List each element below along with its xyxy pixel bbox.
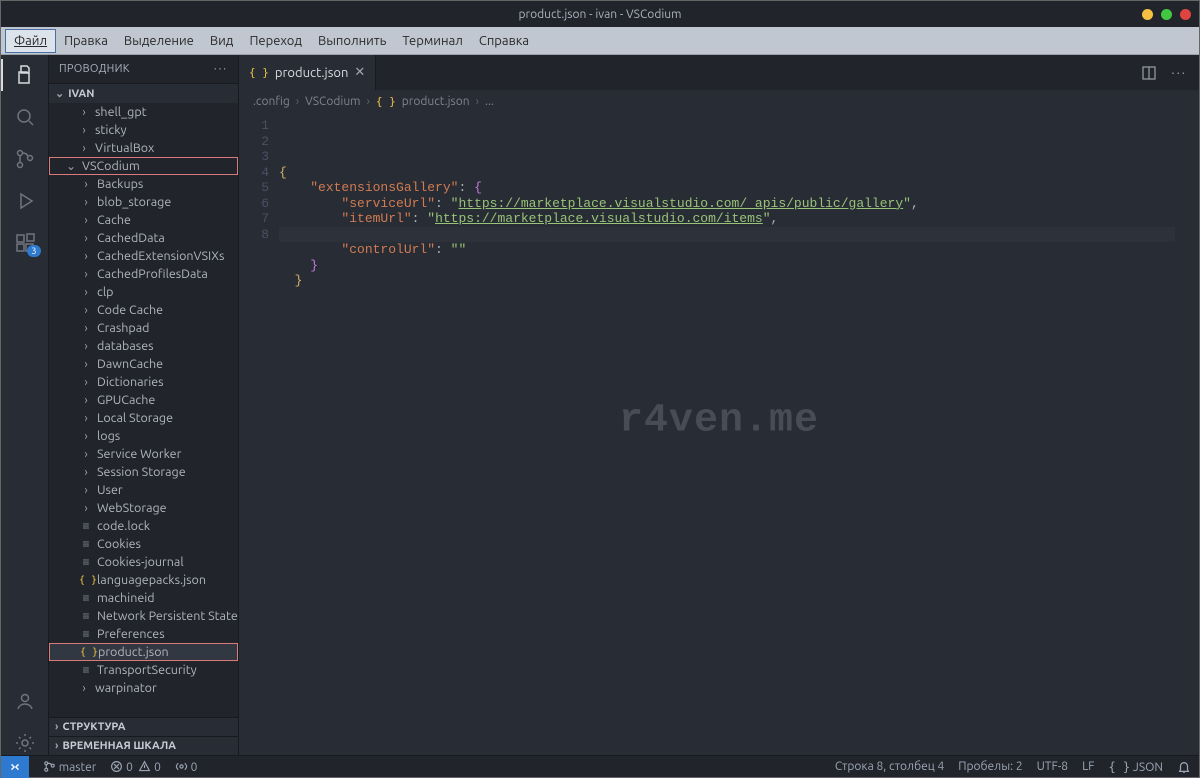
menubar: Файл Правка Выделение Вид Переход Выполн… xyxy=(1,27,1199,55)
tree-folder-dictionaries[interactable]: ›Dictionaries xyxy=(49,373,238,391)
tree-folder-dawncache[interactable]: ›DawnCache xyxy=(49,355,238,373)
ports[interactable]: 0 xyxy=(175,760,198,774)
json-icon: { } xyxy=(249,66,269,79)
remote-icon[interactable] xyxy=(1,756,29,778)
menu-terminal[interactable]: Терминал xyxy=(394,30,470,52)
tree-folder-code-cache[interactable]: ›Code Cache xyxy=(49,301,238,319)
tab-close-icon[interactable]: ✕ xyxy=(354,65,365,80)
tree-folder-crashpad[interactable]: ›Crashpad xyxy=(49,319,238,337)
indentation[interactable]: Пробелы: 2 xyxy=(958,760,1022,773)
language-mode[interactable]: { } JSON xyxy=(1108,760,1163,774)
tree-file-machineid[interactable]: ≡machineid xyxy=(49,589,238,607)
menu-file[interactable]: Файл xyxy=(5,29,56,53)
menu-view[interactable]: Вид xyxy=(202,30,242,52)
code-editor[interactable]: 12345678 { "extensionsGallery": { "servi… xyxy=(239,112,1199,755)
menu-edit[interactable]: Правка xyxy=(56,30,116,52)
settings-icon[interactable] xyxy=(13,731,37,755)
editor-area: { } product.json ✕ ··· .config› VSCodium… xyxy=(239,55,1199,755)
tree-folder-local-storage[interactable]: ›Local Storage xyxy=(49,409,238,427)
sidebar-title: ПРОВОДНИК ··· xyxy=(49,55,238,83)
menu-selection[interactable]: Выделение xyxy=(116,30,202,52)
menu-run[interactable]: Выполнить xyxy=(310,30,394,52)
search-icon[interactable] xyxy=(13,105,37,129)
tree-folder-gpucache[interactable]: ›GPUCache xyxy=(49,391,238,409)
explorer-icon[interactable] xyxy=(13,63,37,87)
tree-folder-sticky[interactable]: ›sticky xyxy=(49,121,238,139)
tree-file-cookies[interactable]: ≡Cookies xyxy=(49,535,238,553)
tree-file-languagepacks-json[interactable]: { }languagepacks.json xyxy=(49,571,238,589)
tree-folder-cacheddata[interactable]: ›CachedData xyxy=(49,229,238,247)
sidebar-more-icon[interactable]: ··· xyxy=(214,63,228,75)
tree-folder-cachedextensionvsixs[interactable]: ›CachedExtensionVSIXs xyxy=(49,247,238,265)
encoding[interactable]: UTF-8 xyxy=(1037,760,1068,773)
menu-go[interactable]: Переход xyxy=(241,30,310,52)
tree-file-product-json[interactable]: { }product.json xyxy=(49,643,238,661)
code-content[interactable]: { "extensionsGallery": { "serviceUrl": "… xyxy=(279,112,1175,755)
tree-folder-session-storage[interactable]: ›Session Storage xyxy=(49,463,238,481)
tree-file-transportsecurity[interactable]: ≡TransportSecurity xyxy=(49,661,238,679)
tree-file-code-lock[interactable]: ≡code.lock xyxy=(49,517,238,535)
tree-file-cookies-journal[interactable]: ≡Cookies-journal xyxy=(49,553,238,571)
minimize-button[interactable] xyxy=(1142,9,1153,20)
breadcrumb[interactable]: .config› VSCodium› { } product.json› ... xyxy=(239,90,1199,112)
tree-folder-blob_storage[interactable]: ›blob_storage xyxy=(49,193,238,211)
minimap[interactable] xyxy=(1175,112,1199,755)
tab-bar: { } product.json ✕ ··· xyxy=(239,55,1199,90)
sidebar: ПРОВОДНИК ··· ⌄IVAN ›shell_gpt›sticky›Vi… xyxy=(49,55,239,755)
maximize-button[interactable] xyxy=(1161,9,1172,20)
tree-folder-virtualbox[interactable]: ›VirtualBox xyxy=(49,139,238,157)
tree-folder-vscodium[interactable]: ⌄VSCodium xyxy=(49,157,238,175)
tree-folder-logs[interactable]: ›logs xyxy=(49,427,238,445)
section-outline[interactable]: ›СТРУКТУРА xyxy=(49,717,238,736)
tree-folder-warpinator[interactable]: ›warpinator xyxy=(49,679,238,697)
file-tree: ›shell_gpt›sticky›VirtualBox⌄VSCodium›Ba… xyxy=(49,103,238,717)
tab-label: product.json xyxy=(275,66,349,80)
json-icon: { } xyxy=(376,95,396,108)
tree-folder-databases[interactable]: ›databases xyxy=(49,337,238,355)
current-line-highlight xyxy=(279,227,1175,243)
problems[interactable]: 0 0 xyxy=(110,760,161,774)
line-gutter: 12345678 xyxy=(239,112,279,755)
source-control-icon[interactable] xyxy=(13,147,37,171)
tree-folder-cache[interactable]: ›Cache xyxy=(49,211,238,229)
statusbar: master 0 0 0 Строка 8, столбец 4 Пробелы… xyxy=(1,755,1199,777)
window-controls xyxy=(1142,9,1191,20)
editor-more-icon[interactable]: ··· xyxy=(1171,66,1187,80)
tree-folder-cachedprofilesdata[interactable]: ›CachedProfilesData xyxy=(49,265,238,283)
extensions-badge: 3 xyxy=(27,245,40,257)
activitybar: 3 xyxy=(1,55,49,755)
tree-folder-service-worker[interactable]: ›Service Worker xyxy=(49,445,238,463)
tab-product-json[interactable]: { } product.json ✕ xyxy=(239,55,376,90)
debug-icon[interactable] xyxy=(13,189,37,213)
menu-help[interactable]: Справка xyxy=(471,30,537,52)
extensions-icon[interactable]: 3 xyxy=(13,231,37,255)
cursor-position[interactable]: Строка 8, столбец 4 xyxy=(835,760,944,773)
section-timeline[interactable]: ›ВРЕМЕННАЯ ШКАЛА xyxy=(49,736,238,755)
eol[interactable]: LF xyxy=(1082,760,1094,773)
close-button[interactable] xyxy=(1180,9,1191,20)
split-editor-icon[interactable] xyxy=(1141,65,1157,81)
tree-folder-shell_gpt[interactable]: ›shell_gpt xyxy=(49,103,238,121)
tree-folder-user[interactable]: ›User xyxy=(49,481,238,499)
tree-file-network-persistent-state[interactable]: ≡Network Persistent State xyxy=(49,607,238,625)
titlebar: product.json - ivan - VSCodium xyxy=(1,1,1199,27)
tree-file-preferences[interactable]: ≡Preferences xyxy=(49,625,238,643)
git-branch[interactable]: master xyxy=(43,760,96,774)
window-title: product.json - ivan - VSCodium xyxy=(519,8,682,21)
tree-folder-webstorage[interactable]: ›WebStorage xyxy=(49,499,238,517)
account-icon[interactable] xyxy=(13,689,37,713)
tree-folder-backups[interactable]: ›Backups xyxy=(49,175,238,193)
tree-folder-clp[interactable]: ›clp xyxy=(49,283,238,301)
notifications-icon[interactable] xyxy=(1177,760,1191,774)
section-root[interactable]: ⌄IVAN xyxy=(49,83,238,103)
